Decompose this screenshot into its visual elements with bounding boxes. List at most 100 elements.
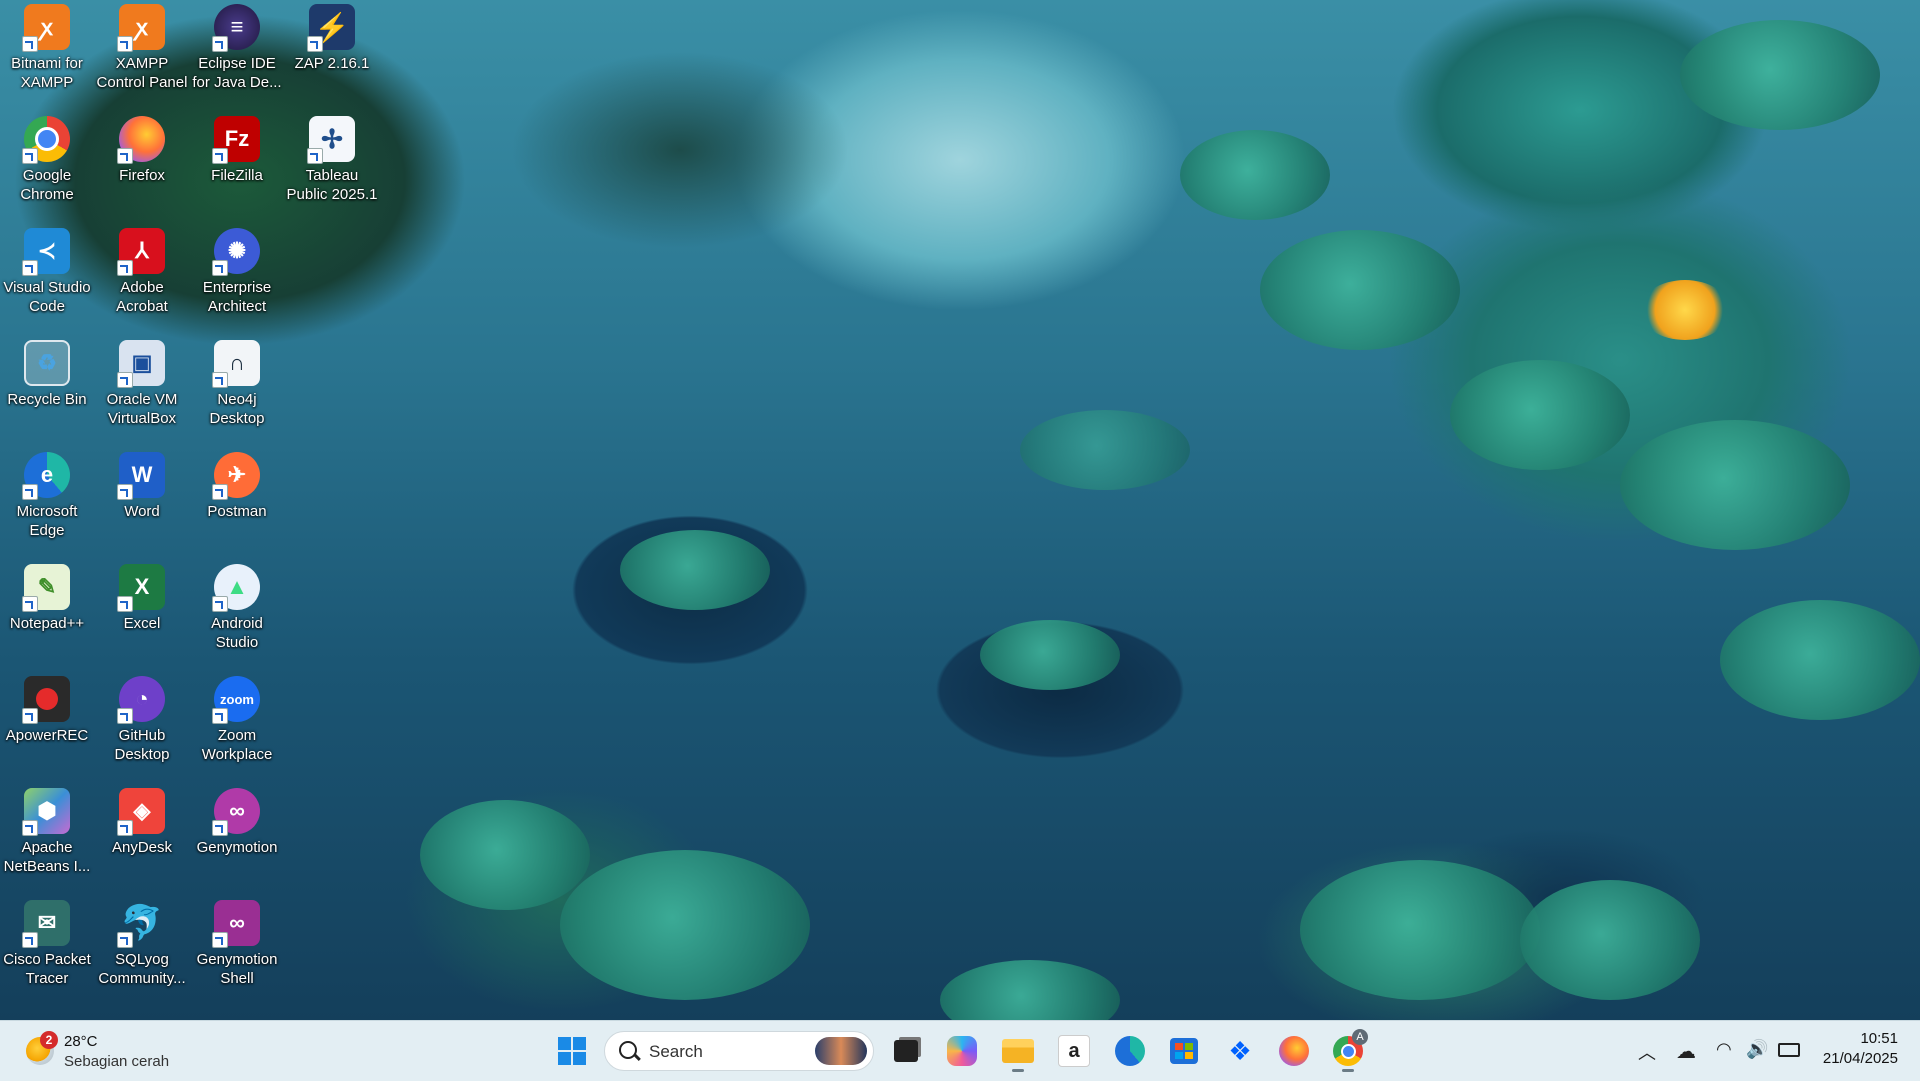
desktop-icon-neo4j[interactable]: ∩ Neo4j Desktop [190,336,284,446]
desktop-icon-label: Microsoft Edge [16,503,78,539]
desktop-icon-recycle-bin[interactable]: ♻ Recycle Bin [0,336,94,446]
lily-pad [1020,410,1190,490]
desktop-icon-label: Eclipse IDE for Java De... [192,55,282,91]
github-icon: ◔ [117,676,165,724]
desktop-icon-label: Adobe Acrobat [116,279,168,315]
desktop-icon-label: ApowerREC [5,727,89,744]
desktop-icon-apowerrec[interactable]: ApowerREC [0,672,94,782]
weather-widget[interactable]: 2 28°C Sebagian cerah [20,1029,190,1073]
desktop-icon-vscode[interactable]: ≺ Visual Studio Code [0,224,94,334]
desktop-icon-edge[interactable]: e Microsoft Edge [0,448,94,558]
desktop-icon-label: Tableau Public 2025.1 [286,167,378,203]
filezilla-icon: Fz [212,116,260,164]
desktop-icon-genymotion[interactable]: ∞ Genymotion [190,784,284,894]
desktop-icon-postman[interactable]: ✈ Postman [190,448,284,558]
enterprise-architect-icon: ✺ [212,228,260,276]
taskbar-task-view[interactable] [884,1029,928,1073]
lily-pad [980,620,1120,690]
dolphin-icon: 🐬 [117,900,165,948]
taskbar-dropbox[interactable]: ❖ [1218,1029,1262,1073]
lily-pad [1720,600,1920,720]
lily-pad [620,530,770,610]
desktop-icon-chrome[interactable]: Google Chrome [0,112,94,222]
desktop-icon-label: SQLyog Community... [98,951,186,987]
taskbar-firefox[interactable] [1272,1029,1316,1073]
desktop-icon-firefox[interactable]: Firefox [95,112,189,222]
desktop-icon-virtualbox[interactable]: ▣ Oracle VM VirtualBox [95,336,189,446]
desktop-icon-sqlyog[interactable]: 🐬 SQLyog Community... [95,896,189,1006]
desktop-icon-word[interactable]: W Word [95,448,189,558]
desktop-icon-genymotion-shell[interactable]: ∞ Genymotion Shell [190,896,284,1006]
desktop-icon-xampp-control[interactable]: ꭗ XAMPP Control Panel [95,0,189,110]
desktop-icon-enterprise-architect[interactable]: ✺ Enterprise Architect [190,224,284,334]
system-clock[interactable]: 10:51 21/04/2025 [1808,1029,1898,1073]
edge-icon [1115,1036,1145,1066]
desktop-icon-zoom[interactable]: zoom Zoom Workplace [190,672,284,782]
taskbar-file-explorer[interactable] [996,1029,1040,1073]
android-studio-icon: ▲ [212,564,260,612]
firefox-icon [117,116,165,164]
copilot-icon [947,1036,977,1066]
xampp-icon: ꭗ [22,4,70,52]
volume-icon[interactable]: 🔊 [1746,1039,1768,1060]
desktop-icon-anydesk[interactable]: ◈ AnyDesk [95,784,189,894]
chrome-icon [22,116,70,164]
active-indicator [1342,1069,1354,1072]
firefox-icon [1279,1036,1309,1066]
anydesk-icon: ◈ [117,788,165,836]
lightning-icon: ⚡ [307,4,355,52]
word-icon: W [117,452,165,500]
desktop-icon-label: Android Studio [211,615,263,651]
desktop-icon-label: Recycle Bin [7,391,87,408]
desktop-icon-label: XAMPP Control Panel [96,55,188,91]
lily-pad [1180,130,1330,220]
amazon-icon: a [1058,1035,1090,1067]
xampp-icon: ꭗ [117,4,165,52]
dropbox-icon: ❖ [1228,1035,1252,1066]
search-icon-handle [634,1053,641,1061]
store-icon [1170,1038,1198,1064]
desktop-icon-tableau[interactable]: ✢ Tableau Public 2025.1 [285,112,379,222]
desktop-icon-label: Enterprise Architect [202,279,272,315]
desktop-icon-label: Word [124,503,160,520]
taskbar: 2 28°C Sebagian cerah Search a ❖ A ︿ ☁ ◠… [0,1020,1920,1081]
clock-time: 10:51 [1860,1030,1898,1047]
cloud-sync-icon[interactable]: ☁ [1676,1039,1696,1064]
start-button[interactable] [550,1029,594,1073]
lily-pad [1450,360,1630,470]
taskbar-chrome[interactable]: A [1326,1029,1370,1073]
eclipse-icon: ≡ [212,4,260,52]
taskbar-store[interactable] [1162,1029,1206,1073]
desktop-icon-eclipse[interactable]: ≡ Eclipse IDE for Java De... [190,0,284,110]
desktop-icon-excel[interactable]: X Excel [95,560,189,670]
desktop-icon-acrobat[interactable]: ⅄ Adobe Acrobat [95,224,189,334]
netbeans-icon: ⬢ [22,788,70,836]
desktop-icon-label: Visual Studio Code [3,279,91,315]
chrome-profile-badge: A [1352,1029,1368,1045]
show-hidden-icons-chevron-up-icon[interactable]: ︿ [1638,1039,1656,1065]
desktop-icon-filezilla[interactable]: Fz FileZilla [190,112,284,222]
desktop-icon-cisco-packet-tracer[interactable]: ✉ Cisco Packet Tracer [0,896,94,1006]
desktop-icon-bitnami-xampp[interactable]: ꭗ Bitnami for XAMPP [0,0,94,110]
lily-pad [560,850,810,1000]
desktop-icon-notepadpp[interactable]: ✎ Notepad++ [0,560,94,670]
lily-pad [420,800,590,910]
weather-alert-badge: 2 [40,1031,58,1049]
lily-pad [1680,20,1880,130]
desktop-icon-android-studio[interactable]: ▲ Android Studio [190,560,284,670]
desktop-icon-label: ZAP 2.16.1 [294,55,370,72]
desktop-icon-label: Neo4j Desktop [209,391,265,427]
desktop-icon-label: Postman [207,503,267,520]
tableau-icon: ✢ [307,116,355,164]
desktop-icon-label: Apache NetBeans I... [3,839,91,875]
battery-icon[interactable] [1778,1041,1800,1062]
taskbar-copilot[interactable] [940,1029,984,1073]
desktop-icon-netbeans[interactable]: ⬢ Apache NetBeans I... [0,784,94,894]
desktop-icon-github-desktop[interactable]: ◔ GitHub Desktop [95,672,189,782]
taskbar-search-box[interactable]: Search [604,1031,874,1071]
desktop-icon-zap[interactable]: ⚡ ZAP 2.16.1 [285,0,379,110]
taskbar-amazon[interactable]: a [1052,1029,1096,1073]
wifi-icon[interactable]: ◠ [1716,1039,1732,1060]
desktop-icon-label: Bitnami for XAMPP [11,55,83,91]
taskbar-edge[interactable] [1108,1029,1152,1073]
